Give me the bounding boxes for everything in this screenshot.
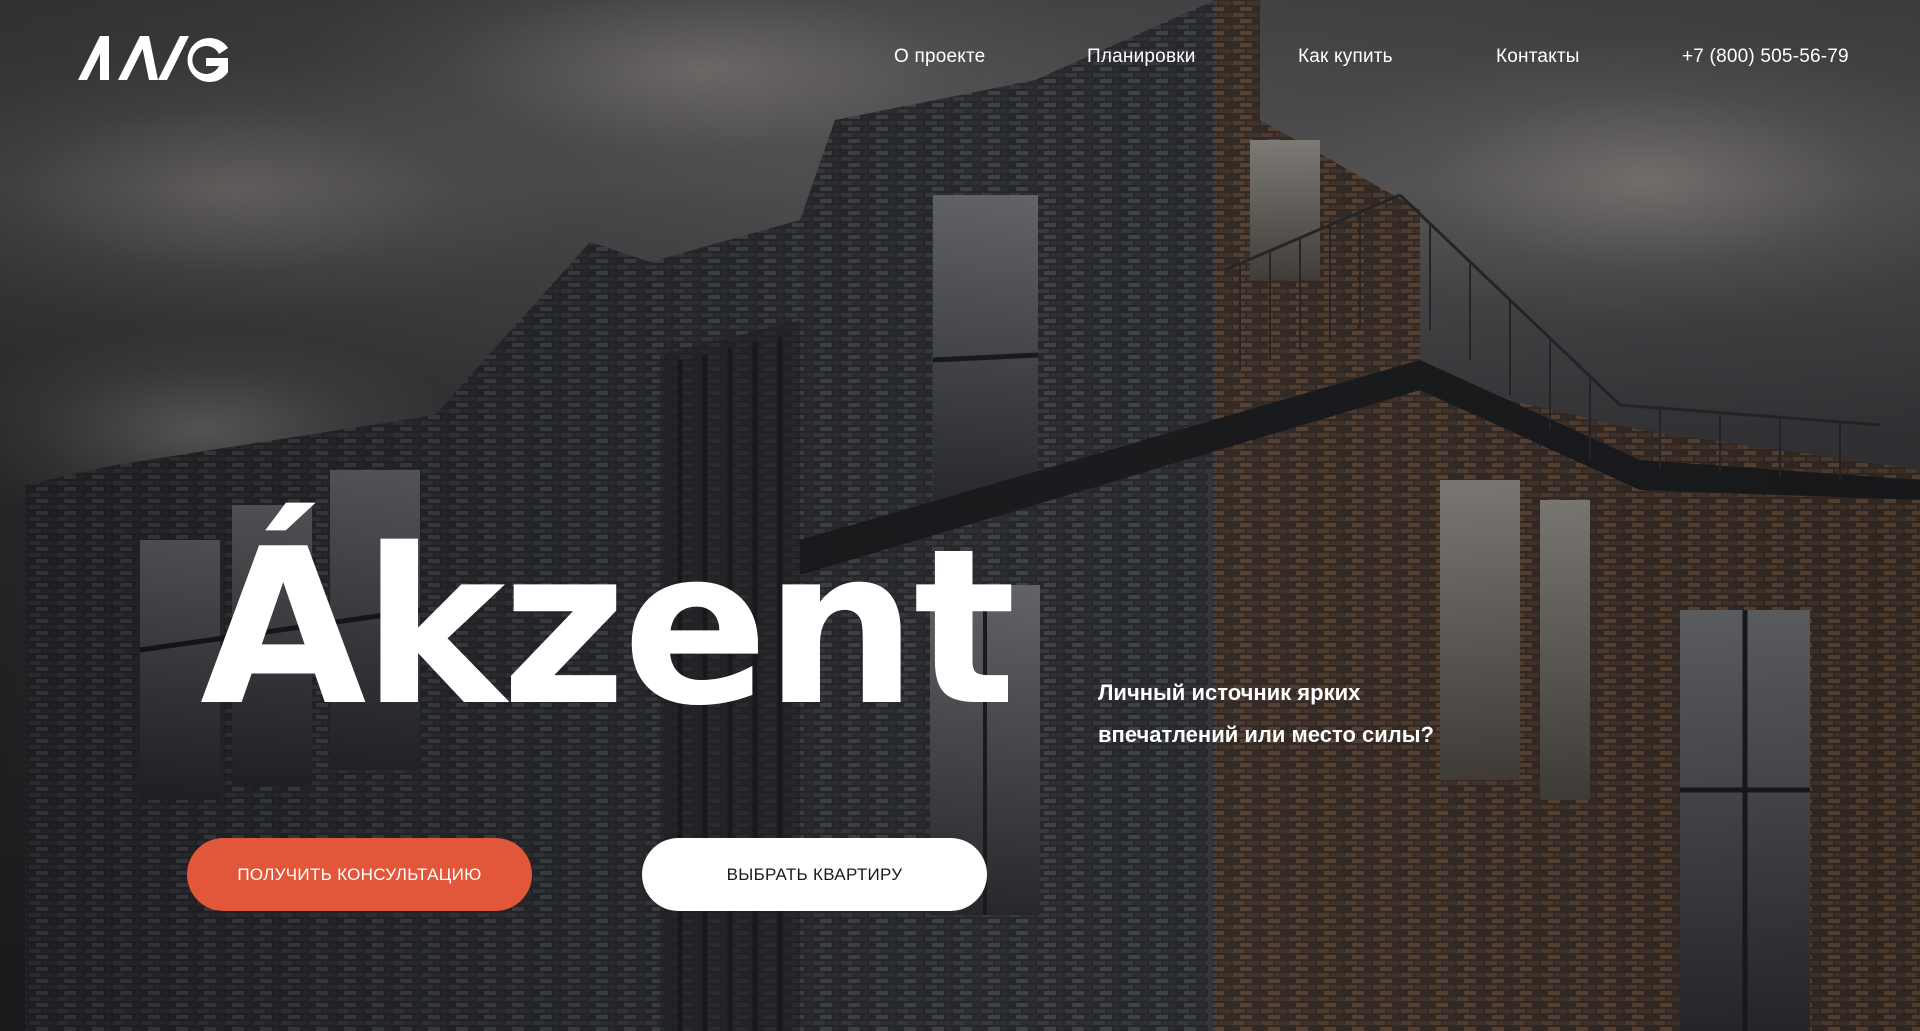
hero-title: Ákzent bbox=[200, 502, 1016, 753]
tagline-line-2: впечатлений или место силы? bbox=[1098, 722, 1434, 747]
get-consultation-button[interactable]: Получить консультацию bbox=[187, 838, 532, 911]
phone-link[interactable]: +7 (800) 505-56-79 bbox=[1682, 46, 1849, 68]
nav-link-about[interactable]: О проекте bbox=[894, 46, 985, 68]
nav-link-contacts[interactable]: Контакты bbox=[1496, 46, 1580, 68]
nav-link-plans[interactable]: Планировки bbox=[1087, 46, 1196, 68]
hero-section: О проекте Планировки Как купить Контакты… bbox=[0, 0, 1920, 1031]
hero-tagline: Личный источник ярких впечатлений или ме… bbox=[1098, 672, 1518, 756]
tagline-line-1: Личный источник ярких bbox=[1098, 680, 1361, 705]
choose-apartment-button[interactable]: Выбрать квартиру bbox=[642, 838, 987, 911]
nav-link-how-to-buy[interactable]: Как купить bbox=[1298, 46, 1393, 68]
main-nav: О проекте Планировки Как купить Контакты… bbox=[0, 46, 1920, 76]
